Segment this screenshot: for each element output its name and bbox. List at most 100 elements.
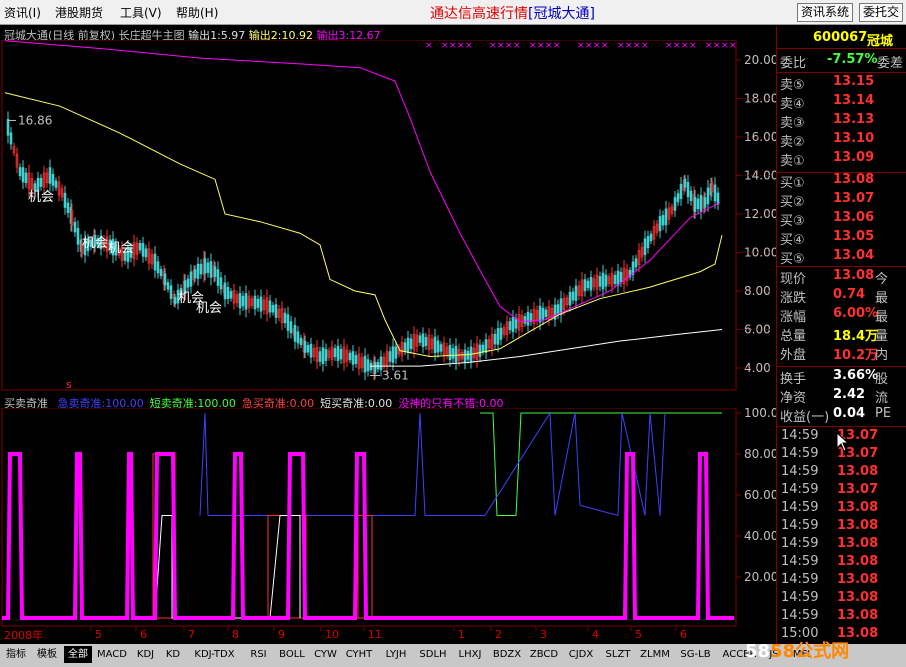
quote-value: 18.4万 [833, 329, 879, 344]
indicator-chart[interactable]: 100.00 80.00 60.00 40.00 20.00 [0, 408, 776, 628]
menu-help[interactable]: 帮助(H) [176, 4, 218, 21]
tick-price: 13.08 [837, 608, 879, 623]
month-label: 3 [540, 628, 547, 641]
quote-value: 0.74 [833, 287, 866, 302]
quote-label: 买⑤ [780, 252, 805, 267]
tab-bdzx[interactable]: BDZX [490, 646, 524, 663]
ma-yellow-line [4, 92, 723, 357]
quote-label: 买③ [780, 214, 805, 229]
month-label: 4 [592, 628, 599, 641]
tick-price: 13.08 [837, 554, 879, 569]
stock-code: 600067 [813, 30, 868, 45]
quote-label: 现价 [780, 272, 807, 287]
tab-zbcd[interactable]: ZBCD [527, 646, 561, 663]
tick-time: 14:59 [781, 554, 819, 569]
tab-sdlh[interactable]: SDLH [416, 646, 450, 663]
indicator-axis-tick: 80.00 [744, 447, 776, 461]
menu-info[interactable]: 资讯(I) [4, 4, 41, 21]
tick-row: 14:59 13.08 [777, 536, 906, 554]
quote-label: 涨跌 [780, 291, 807, 306]
tab-macd[interactable]: MACD [95, 646, 129, 663]
quote-value: 13.06 [833, 210, 875, 225]
indicator-axis-tick: 40.00 [744, 529, 776, 543]
watermark: 5858公式网 [745, 641, 850, 662]
tick-price: 13.08 [837, 590, 879, 605]
quote-label: 卖④ [780, 97, 805, 112]
quote-value: 0.04 [833, 406, 866, 421]
tick-price: 13.08 [837, 464, 879, 479]
quote-value: 13.14 [833, 93, 875, 108]
quote-row: 买② 13.07 [777, 191, 906, 210]
tick-price: 13.07 [837, 482, 879, 497]
quote-row: 现价 13.08 今 [777, 268, 906, 287]
quote-row: 买④ 13.05 [777, 229, 906, 248]
tab-rsi[interactable]: RSI [245, 646, 272, 663]
month-label: 1 [458, 628, 465, 641]
tab-模板[interactable]: 模板 [33, 646, 61, 663]
signal-marker: × [633, 41, 641, 51]
quote-value: 3.66% [833, 368, 879, 383]
opportunity-label: 机会 [28, 190, 54, 205]
quote-row: 净资 2.42 流 [777, 387, 906, 406]
signal-marker: × [505, 41, 513, 51]
quote-label: 卖⑤ [780, 78, 805, 93]
tab-kdj[interactable]: KDJ [132, 646, 159, 663]
tab-cyht[interactable]: CYHT [342, 646, 376, 663]
tick-time: 14:59 [781, 518, 819, 533]
tick-row: 14:59 13.08 [777, 554, 906, 572]
quote-label: 买② [780, 195, 805, 210]
tab-全部[interactable]: 全部 [64, 646, 92, 663]
signal-marker: × [705, 41, 713, 51]
quote-extra: 流 [875, 391, 889, 406]
signal-marker: × [425, 41, 433, 51]
tab-kd[interactable]: KD [162, 646, 184, 663]
month-label: 6 [680, 628, 687, 641]
quote-extra: 量 [875, 329, 889, 344]
quote-value: 6.00% [833, 306, 879, 321]
tab-cjdx[interactable]: CJDX [564, 646, 598, 663]
tab-指标[interactable]: 指标 [2, 646, 30, 663]
quote-value: 13.07 [833, 191, 875, 206]
quote-row: 卖① 13.09 [777, 150, 906, 169]
quote-extra: 最 [875, 291, 889, 306]
menu-tools[interactable]: 工具(V) [120, 4, 162, 21]
tab-lyjh[interactable]: LYJH [379, 646, 413, 663]
quote-label: 买① [780, 176, 805, 191]
quote-extra: 股 [875, 372, 889, 387]
quote-value: 13.05 [833, 229, 875, 244]
signal-marker: × [593, 41, 601, 51]
tick-price: 13.08 [837, 572, 879, 587]
month-label: 7 [188, 628, 195, 641]
tab-cyw[interactable]: CYW [312, 646, 339, 663]
indicator-axis-tick: 100.00 [744, 408, 776, 420]
quote-value: 13.13 [833, 112, 875, 127]
tab-slzt[interactable]: SLZT [601, 646, 635, 663]
month-label: 6 [140, 628, 147, 641]
tab-boll[interactable]: BOLL [275, 646, 309, 663]
info-system-button[interactable]: 资讯系统 [797, 3, 854, 22]
quote-value: 13.10 [833, 131, 875, 146]
month-label: 11 [368, 628, 382, 641]
quote-label: 换手 [780, 372, 807, 387]
quote-extra: PE [875, 406, 892, 421]
quote-label: 买④ [780, 233, 805, 248]
quote-extra: 今 [875, 272, 889, 287]
quote-value: 2.42 [833, 387, 866, 402]
quote-value: 13.09 [833, 150, 875, 165]
quote-extra: 最 [875, 310, 889, 325]
trade-button[interactable]: 委托交 [859, 3, 904, 22]
low-price-label: 3.61 [382, 369, 409, 383]
quote-row: 卖④ 13.14 [777, 93, 906, 112]
tick-price: 13.08 [837, 518, 879, 533]
tick-row: 14:59 13.08 [777, 590, 906, 608]
tick-price: 13.08 [837, 500, 879, 515]
quote-value: 13.08 [833, 268, 875, 283]
tab-sg-lb[interactable]: SG-LB [675, 646, 716, 663]
signal-marker: × [641, 41, 649, 51]
tab-zlmm[interactable]: ZLMM [638, 646, 672, 663]
price-chart[interactable]: 20.0018.0016.0014.0012.0010.008.006.004.… [0, 40, 776, 392]
menu-hk-futures[interactable]: 港股期货 [55, 4, 103, 21]
tab-kdj-tdx[interactable]: KDJ-TDX [187, 646, 242, 663]
date-axis-ticks: 5 6 7 8 9 10 11 1 2 3 4 5 6 [90, 627, 687, 641]
tab-lhxj[interactable]: LHXJ [453, 646, 487, 663]
